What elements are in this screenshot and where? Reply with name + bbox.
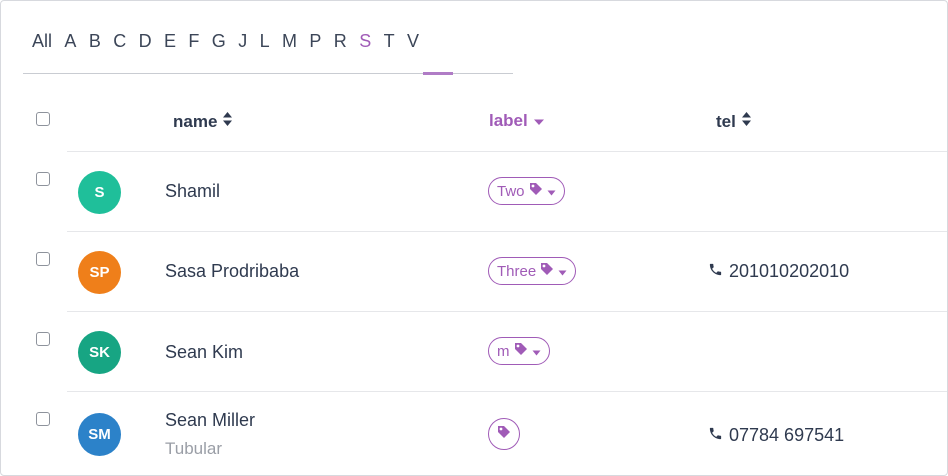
chevron-down-icon: [558, 263, 567, 280]
sort-icon: [222, 111, 233, 132]
sort-down-icon: [533, 111, 545, 131]
label-tag-text: Three: [497, 262, 537, 280]
label-tag[interactable]: Three: [488, 257, 577, 285]
chevron-down-icon: [547, 183, 556, 200]
row-checkbox[interactable]: [36, 172, 50, 186]
label-tag-text: Two: [497, 182, 525, 200]
row-checkbox[interactable]: [36, 412, 50, 426]
add-label-button[interactable]: [488, 418, 520, 450]
row-checkbox[interactable]: [36, 252, 50, 266]
label-tag[interactable]: m: [488, 337, 550, 365]
column-tel-label: tel: [716, 111, 736, 131]
column-name-label: name: [173, 111, 218, 131]
letter-all[interactable]: All: [32, 31, 52, 51]
table-row[interactable]: S Shamil Two: [1, 152, 947, 232]
column-header-name[interactable]: name: [173, 111, 233, 132]
contact-company: Tubular: [165, 439, 223, 458]
letter-a[interactable]: A: [64, 31, 76, 51]
tel-link[interactable]: 201010202010: [708, 261, 849, 282]
letter-m[interactable]: M: [282, 31, 297, 51]
avatar-initials: SM: [88, 426, 111, 443]
avatar: SM: [78, 413, 121, 456]
table-row[interactable]: SM Sean Miller Tubular 07784 697541: [1, 392, 947, 472]
sort-icon: [741, 111, 752, 132]
column-header-label[interactable]: label: [489, 111, 545, 131]
alphabet-filter: All A B C D E F G J L M P R S T V: [23, 1, 513, 75]
letter-b[interactable]: B: [89, 31, 101, 51]
letter-e[interactable]: E: [164, 31, 176, 51]
avatar: SP: [78, 251, 121, 294]
avatar-initials: SK: [89, 344, 110, 361]
phone-icon: [708, 261, 723, 282]
tag-icon: [540, 262, 554, 280]
letter-l[interactable]: L: [260, 31, 270, 51]
letter-s[interactable]: S: [359, 31, 371, 51]
tel-number: 07784 697541: [729, 425, 845, 445]
letter-g[interactable]: G: [212, 31, 226, 51]
tel-number: 201010202010: [729, 261, 850, 281]
letter-t[interactable]: T: [384, 31, 395, 51]
table-row[interactable]: SK Sean Kim m: [1, 312, 947, 392]
tag-icon: [497, 425, 511, 443]
contact-name[interactable]: Sean Kim: [165, 342, 243, 363]
letter-p[interactable]: P: [309, 31, 321, 51]
tag-icon: [529, 182, 543, 200]
active-letter-indicator: [423, 72, 453, 75]
alphabet-letters: All A B C D E F G J L M P R S T V: [32, 31, 431, 51]
phone-icon: [708, 425, 723, 446]
column-label-label: label: [489, 111, 528, 130]
contact-name[interactable]: Sasa Prodribaba: [165, 261, 299, 282]
column-header-tel[interactable]: tel: [716, 111, 752, 132]
label-tag-text: m: [497, 342, 510, 360]
letter-c[interactable]: C: [113, 31, 126, 51]
letter-r[interactable]: R: [334, 31, 347, 51]
row-checkbox[interactable]: [36, 332, 50, 346]
avatar-initials: SP: [89, 264, 110, 281]
chevron-down-icon: [532, 343, 541, 360]
letter-j[interactable]: J: [238, 31, 247, 51]
letter-f[interactable]: F: [188, 31, 199, 51]
letter-v[interactable]: V: [407, 31, 419, 51]
avatar-initials: S: [94, 184, 105, 201]
select-all-checkbox[interactable]: [36, 112, 50, 126]
contact-name[interactable]: Shamil: [165, 181, 220, 202]
contacts-panel: All A B C D E F G J L M P R S T V name l…: [0, 0, 948, 476]
tag-icon: [514, 342, 528, 360]
letter-d[interactable]: D: [139, 31, 152, 51]
avatar: S: [78, 171, 121, 214]
label-tag[interactable]: Two: [488, 177, 565, 205]
table-row[interactable]: SP Sasa Prodribaba Three 201010202010: [1, 232, 947, 312]
avatar: SK: [78, 331, 121, 374]
tel-link[interactable]: 07784 697541: [708, 425, 844, 446]
contact-name[interactable]: Sean Miller: [165, 410, 255, 431]
